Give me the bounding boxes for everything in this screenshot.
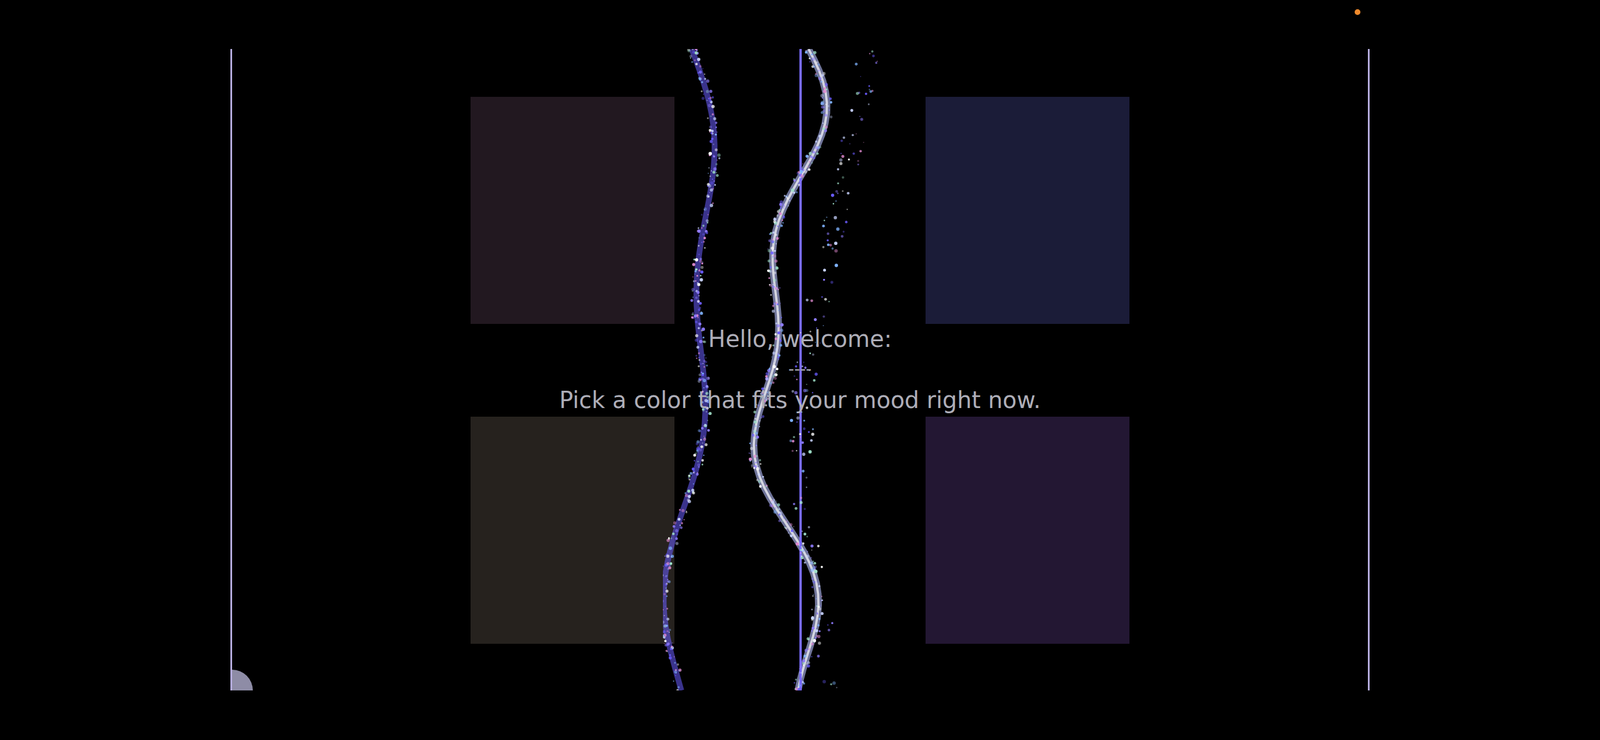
corner-knob-icon[interactable] bbox=[232, 669, 253, 690]
color-swatch[interactable] bbox=[925, 96, 1130, 324]
welcome-prompt: Pick a color that fits your mood right n… bbox=[559, 384, 1041, 416]
status-dot-icon bbox=[1354, 9, 1361, 15]
welcome-divider: ---- bbox=[788, 357, 812, 381]
color-swatch[interactable] bbox=[470, 416, 675, 644]
welcome-title: Hello, welcome: bbox=[708, 323, 893, 355]
particle-stream-icon bbox=[662, 48, 911, 690]
color-swatch[interactable] bbox=[470, 96, 675, 324]
top-bar bbox=[0, 0, 1600, 49]
mood-page: Hello, welcome: ---- Pick a color that f… bbox=[0, 0, 1600, 740]
welcome-message: Hello, welcome: ---- Pick a color that f… bbox=[232, 323, 1368, 416]
color-swatch[interactable] bbox=[925, 416, 1130, 644]
stage-frame: Hello, welcome: ---- Pick a color that f… bbox=[230, 48, 1370, 690]
